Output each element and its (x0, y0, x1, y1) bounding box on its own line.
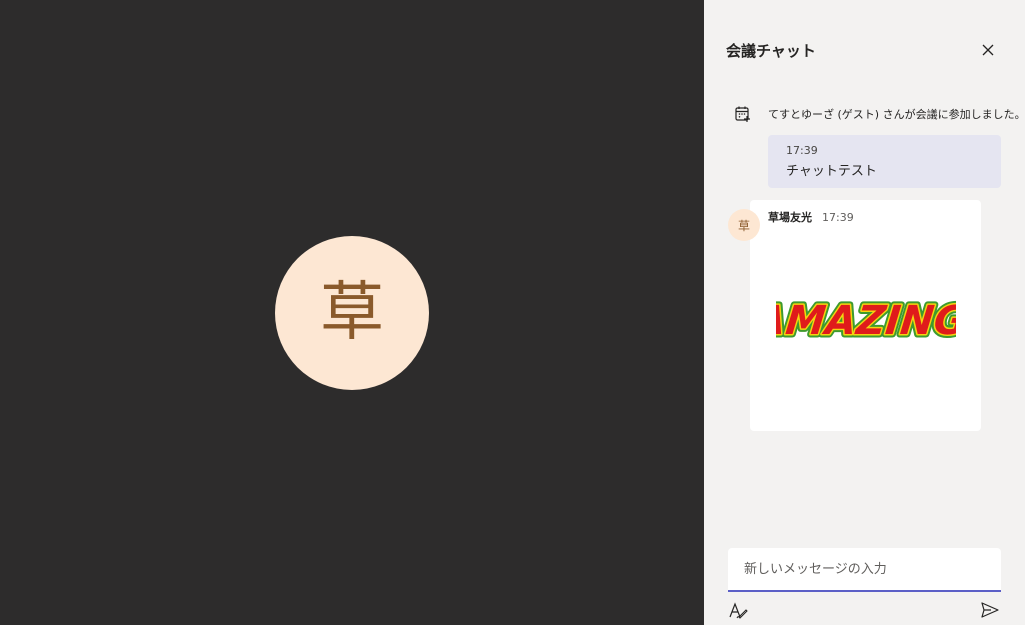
author-avatar[interactable]: 草 (728, 209, 760, 241)
message-author: 草場友光 (768, 211, 812, 224)
close-button[interactable] (978, 40, 998, 60)
participant-avatar: 草 (275, 236, 429, 390)
message-timestamp: 17:39 (822, 211, 854, 224)
message-text: チャットテスト (786, 164, 877, 179)
sticker-text-fill: AMAZING (776, 298, 956, 344)
incoming-message-card[interactable]: 草場友光 17:39 AMAZING AMAZING AMAZING (750, 200, 981, 431)
system-message: てすとゆーざ (ゲスト) さんが会議に参加しました。 (734, 104, 1025, 124)
own-message-bubble[interactable]: 17:39 チャットテスト (768, 135, 1001, 188)
send-button[interactable] (980, 600, 1000, 620)
meeting-chat-panel: 会議チャット てすとゆーざ (ゲスト) さんが会議に参加しました。 17:39 … (704, 0, 1025, 625)
message-timestamp: 17:39 (786, 144, 818, 157)
calendar-icon (734, 105, 752, 123)
close-icon (982, 44, 994, 56)
amazing-sticker-image: AMAZING AMAZING AMAZING (776, 295, 956, 348)
format-button[interactable] (728, 600, 748, 620)
message-input[interactable] (728, 548, 1001, 590)
format-icon (729, 602, 748, 619)
chat-panel-header: 会議チャット (704, 0, 1025, 100)
chat-panel-title: 会議チャット (726, 42, 816, 60)
message-header: 草場友光 17:39 (768, 209, 854, 225)
video-stage: 草 (0, 0, 704, 625)
system-message-text: てすとゆーざ (ゲスト) さんが会議に参加しました。 (768, 108, 1025, 121)
compose-box[interactable] (728, 548, 1001, 592)
send-icon (981, 602, 999, 618)
